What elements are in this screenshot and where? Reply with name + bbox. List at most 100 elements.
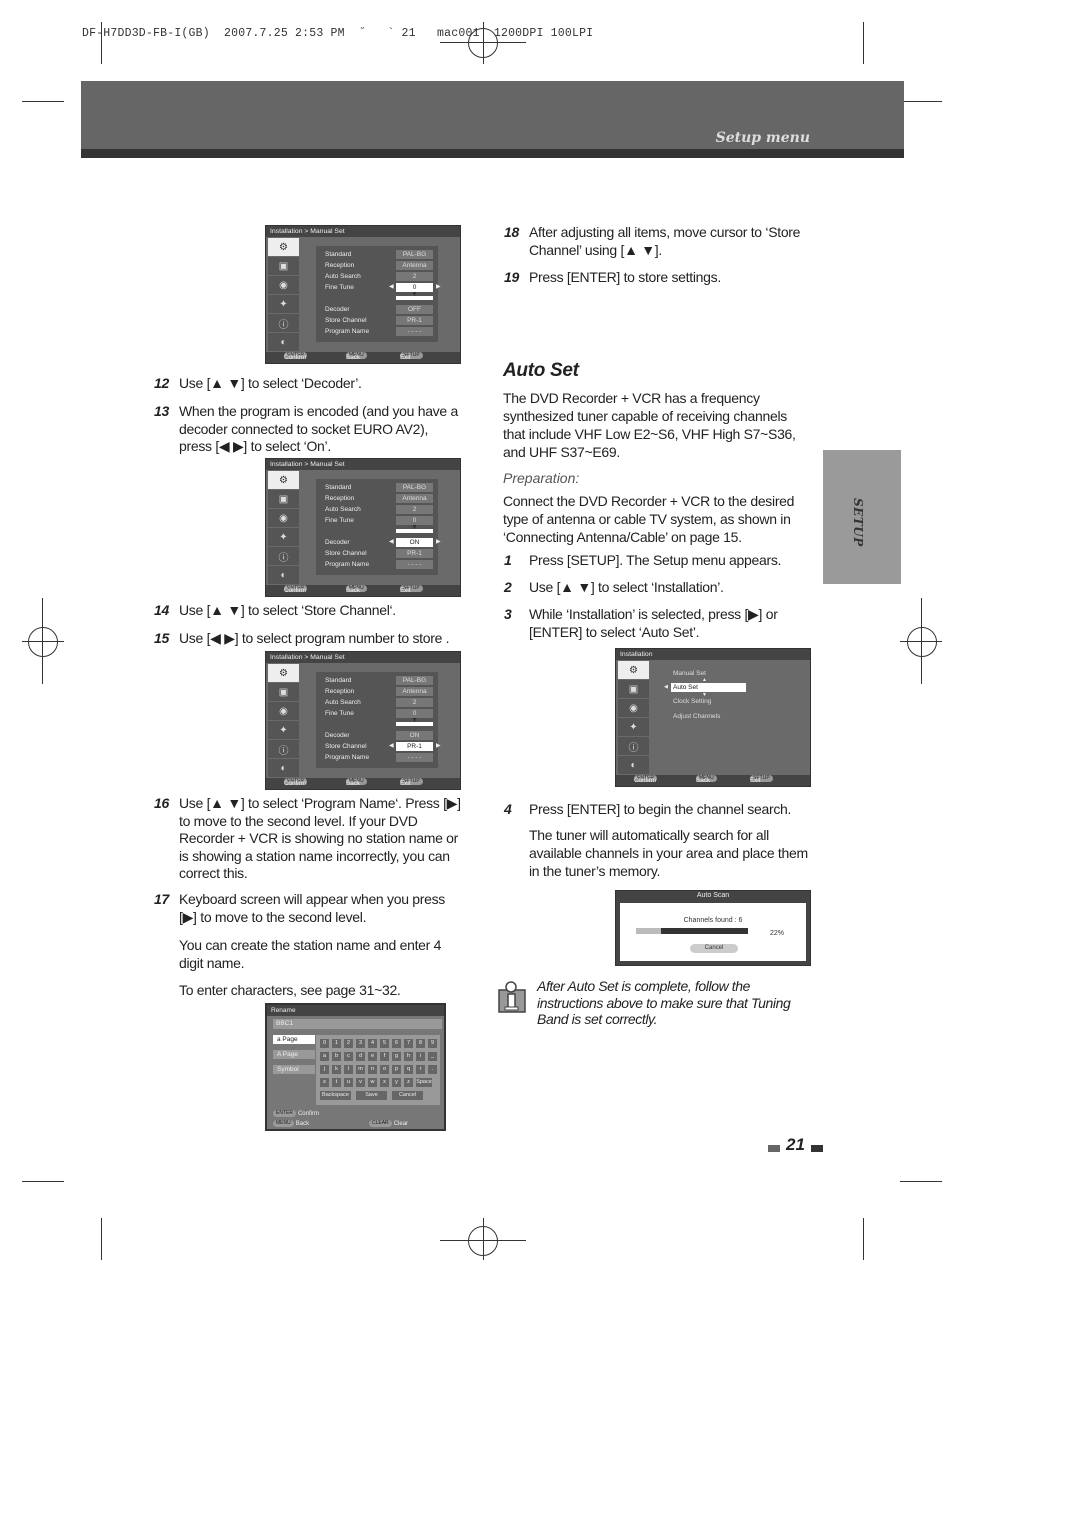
key-5[interactable]: 5 [380,1039,389,1048]
key-space[interactable]: Space [416,1078,432,1087]
key-8[interactable]: 8 [416,1039,425,1048]
setting-row-standard[interactable]: Standard PAL-BG [325,676,435,686]
info-icon[interactable]: ⓘ [618,737,649,755]
setting-row-program-name[interactable]: Program Name - - - - [325,327,435,337]
setting-row-auto-search[interactable]: Auto Search 2 [325,272,435,282]
setting-row-auto-search[interactable]: Auto Search 2 [325,505,435,515]
slider-thumb-icon[interactable]: ▼ [411,717,418,724]
setting-value[interactable]: 2 [396,698,433,707]
page-lowercase[interactable]: a Page [273,1035,315,1044]
installation-icon[interactable]: ⚙ [618,661,649,679]
key-b[interactable]: b [332,1052,341,1061]
setting-value[interactable]: ON [396,538,433,547]
setting-value[interactable]: ON [396,731,433,740]
setting-value[interactable]: OFF [396,305,433,314]
setting-row-decoder[interactable]: Decoder ON [325,731,435,741]
key-z[interactable]: z [404,1078,413,1087]
key-f[interactable]: f [380,1052,389,1061]
menu-item-manual-set[interactable]: Manual Set [673,670,706,677]
key-j[interactable]: j [320,1065,329,1074]
key-d[interactable]: d [356,1052,365,1061]
key-s[interactable]: s [320,1078,329,1087]
setting-row-store-channel[interactable]: Store Channel PR-1 [325,549,435,559]
language-icon[interactable]: ◉ [268,276,299,294]
key-0[interactable]: 0 [320,1039,329,1048]
setting-row-fine-tune[interactable]: Fine Tune 0 ◀ ▶ [325,283,441,293]
key-.[interactable]: . [428,1065,437,1074]
info-icon[interactable]: ⓘ [268,314,299,332]
key-p[interactable]: p [392,1065,401,1074]
setting-row-standard[interactable]: Standard PAL-BG [325,250,435,260]
key-x[interactable]: x [380,1078,389,1087]
setting-value[interactable]: Antenna [396,687,433,696]
menu-item-auto-set[interactable]: Auto Set [671,683,746,692]
cancel-key[interactable]: Cancel [392,1091,423,1100]
key-k[interactable]: k [332,1065,341,1074]
setting-row-fine-tune[interactable]: Fine Tune 0 [325,709,435,719]
key-7[interactable]: 7 [404,1039,413,1048]
setting-value[interactable]: Antenna [396,261,433,270]
menu-item-clock-setting[interactable]: Clock Setting [673,698,711,705]
setting-value[interactable]: Antenna [396,494,433,503]
key-w[interactable]: w [368,1078,377,1087]
disc-icon[interactable]: ◐ [618,756,649,774]
save-key[interactable]: Save [356,1091,387,1100]
disc-icon[interactable]: ◐ [268,566,299,584]
key-1[interactable]: 1 [332,1039,341,1048]
key-_[interactable]: _ [428,1052,437,1061]
setting-row-reception[interactable]: Reception Antenna [325,494,435,504]
setting-row-program-name[interactable]: Program Name - - - - [325,753,435,763]
key-t[interactable]: t [332,1078,341,1087]
setting-row-auto-search[interactable]: Auto Search 2 [325,698,435,708]
info-icon[interactable]: ⓘ [268,740,299,758]
key-a[interactable]: a [320,1052,329,1061]
setting-row-decoder[interactable]: Decoder ON ◀ ▶ [325,538,441,548]
installation-icon[interactable]: ⚙ [268,664,299,682]
station-name-field[interactable]: BBC1 [273,1019,442,1029]
language-icon[interactable]: ◉ [268,509,299,527]
setting-row-standard[interactable]: Standard PAL-BG [325,483,435,493]
key-2[interactable]: 2 [344,1039,353,1048]
cancel-button[interactable]: Cancel [690,944,738,953]
recording-icon[interactable]: ▣ [268,683,299,701]
setting-row-store-channel[interactable]: Store Channel PR-1 [325,316,435,326]
setting-row-store-channel[interactable]: Store Channel PR-1 ◀ ▶ [325,742,441,752]
menu-item-adjust-channels[interactable]: Adjust Channels [673,713,720,720]
key-4[interactable]: 4 [368,1039,377,1048]
key-m[interactable]: m [356,1065,365,1074]
key-e[interactable]: e [368,1052,377,1061]
recording-icon[interactable]: ▣ [268,257,299,275]
setting-value[interactable]: PR-1 [396,742,433,751]
slider-thumb-icon[interactable]: ▼ [411,524,418,531]
setting-row-program-name[interactable]: Program Name - - - - [325,560,435,570]
setting-row-decoder[interactable]: Decoder OFF [325,305,435,315]
setting-value[interactable]: PAL-BG [396,676,433,685]
setting-value[interactable]: - - - - [396,753,433,762]
page-uppercase[interactable]: A Page [273,1050,315,1059]
setting-value[interactable]: PAL-BG [396,250,433,259]
key-v[interactable]: v [356,1078,365,1087]
key-3[interactable]: 3 [356,1039,365,1048]
key-c[interactable]: c [344,1052,353,1061]
language-icon[interactable]: ◉ [268,702,299,720]
key-o[interactable]: o [380,1065,389,1074]
key-6[interactable]: 6 [392,1039,401,1048]
setting-value[interactable]: PR-1 [396,549,433,558]
page-symbol[interactable]: Symbol [273,1065,315,1074]
setting-value[interactable]: - - - - [396,327,433,336]
setting-row-reception[interactable]: Reception Antenna [325,261,435,271]
system-icon[interactable]: ✦ [268,295,299,313]
disc-icon[interactable]: ◐ [268,759,299,777]
recording-icon[interactable]: ▣ [268,490,299,508]
system-icon[interactable]: ✦ [268,721,299,739]
setting-value[interactable]: 2 [396,272,433,281]
key-y[interactable]: y [392,1078,401,1087]
setting-value[interactable]: - - - - [396,560,433,569]
key-r[interactable]: r [416,1065,425,1074]
key-q[interactable]: q [404,1065,413,1074]
key-u[interactable]: u [344,1078,353,1087]
key-i[interactable]: i [416,1052,425,1061]
installation-icon[interactable]: ⚙ [268,238,299,256]
setting-value[interactable]: 2 [396,505,433,514]
setting-value[interactable]: PR-1 [396,316,433,325]
